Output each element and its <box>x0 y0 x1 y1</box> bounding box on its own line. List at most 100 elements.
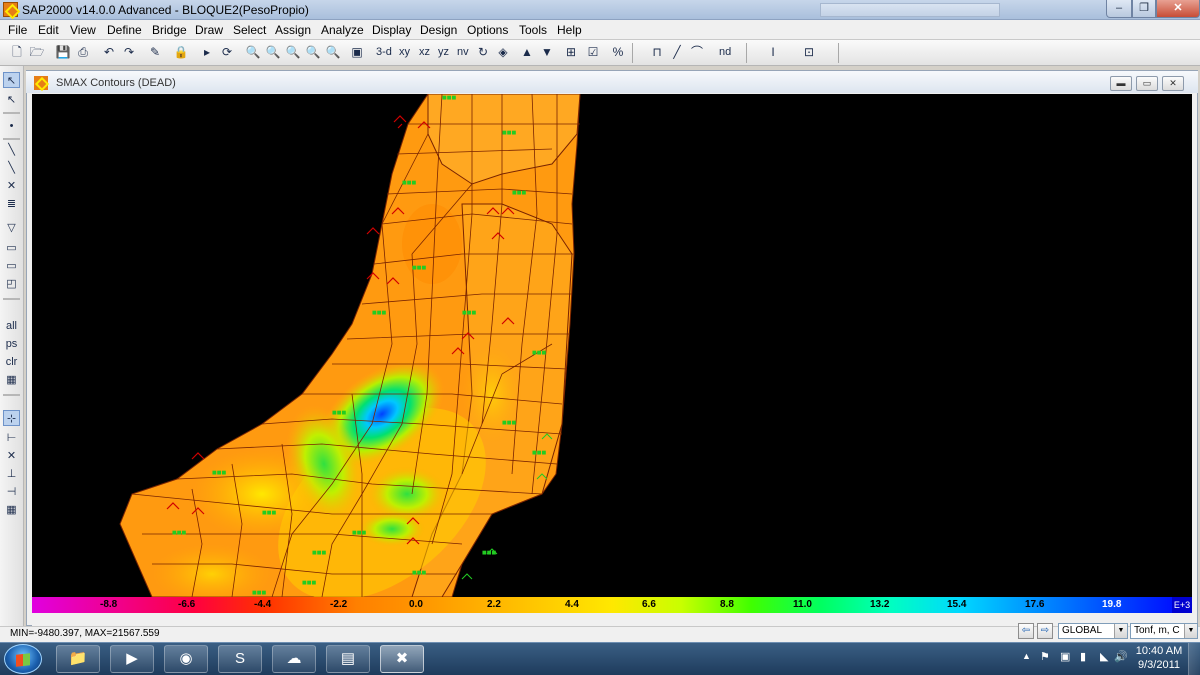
menu-options[interactable]: Options <box>467 23 508 37</box>
clear-selection-button[interactable]: clr <box>3 354 20 370</box>
draw-joint-icon[interactable]: • <box>3 118 20 134</box>
snap-ends-icon[interactable]: ⊢ <box>3 430 20 446</box>
view-3d-button[interactable]: 3-d <box>375 43 393 61</box>
taskbar-skype-icon[interactable]: S <box>218 645 262 673</box>
show-forces-icon[interactable]: I <box>764 43 782 61</box>
perspective-icon[interactable]: ◈ <box>494 43 512 61</box>
zoom-in-icon[interactable]: 🔍 <box>284 43 302 61</box>
quick-draw-frame-icon[interactable]: ╲ <box>3 160 20 176</box>
tray-flag-icon[interactable]: ⚑ <box>1040 650 1050 663</box>
display-options-icon[interactable]: ⊞ <box>562 43 580 61</box>
draw-rect-area-icon[interactable]: ▭ <box>3 240 20 256</box>
draw-frame-tool-icon[interactable]: ╲ <box>3 142 20 158</box>
quick-draw-area-icon[interactable]: ▭ <box>3 258 20 274</box>
clock-date[interactable]: 9/3/2011 <box>1133 659 1185 671</box>
zoom-restore-icon[interactable]: 🔍 <box>264 43 282 61</box>
sap2000-app-icon[interactable] <box>3 2 18 17</box>
previous-arrow-button[interactable]: ⇦ <box>1018 623 1034 639</box>
checkbox-icon[interactable]: ☑ <box>584 43 602 61</box>
lock-icon[interactable]: 🔒 <box>172 43 190 61</box>
menu-select[interactable]: Select <box>233 23 266 37</box>
taskbar-chrome-icon[interactable]: ◉ <box>164 645 208 673</box>
show-deformed-icon[interactable]: ⌒ <box>688 43 706 61</box>
snap-fine-grid-icon[interactable]: ▦ <box>3 502 20 518</box>
tray-network-icon[interactable]: ▮ <box>1080 650 1086 663</box>
coord-system-select[interactable]: GLOBAL ▼ <box>1058 623 1128 639</box>
tray-signal-icon[interactable]: ◣ <box>1100 650 1108 663</box>
clock-time[interactable]: 10:40 AM <box>1133 645 1185 657</box>
menu-view[interactable]: View <box>70 23 96 37</box>
taskbar-network-icon[interactable]: ☁ <box>272 645 316 673</box>
pan-icon[interactable]: 🔍 <box>324 43 342 61</box>
pointer-icon[interactable]: ↖ <box>3 72 20 88</box>
percent-icon[interactable]: % <box>609 43 627 61</box>
draw-secondary-icon[interactable]: ≣ <box>3 196 20 212</box>
taskbar-sap2000-20-icon[interactable]: ▤ <box>326 645 370 673</box>
reshape-icon[interactable]: ↖ <box>3 92 20 108</box>
rotate-3d-icon[interactable]: ↻ <box>474 43 492 61</box>
menu-analyze[interactable]: Analyze <box>321 23 364 37</box>
units-value: Tonf, m, C <box>1134 625 1180 636</box>
taskbar-media-player-icon[interactable]: ▶ <box>110 645 154 673</box>
restore-button[interactable]: ❐ <box>1132 0 1156 18</box>
open-icon[interactable]: 🗁 <box>28 43 46 61</box>
save-icon[interactable]: 💾 <box>54 43 72 61</box>
view-nv-button[interactable]: nv <box>456 43 470 61</box>
display-window-title: SMAX Contours (DEAD) <box>56 77 176 89</box>
units-select[interactable]: Tonf, m, C ▼ <box>1130 623 1198 639</box>
menu-tools[interactable]: Tools <box>519 23 547 37</box>
model-viewport[interactable]: ■■■ ■■■ ■■■ ■■■ ■■■ ■■■ ■■■ ■■■ ■■■ ■■■ ■■■ ■■■ … <box>32 94 1192 597</box>
draw-frame-icon[interactable]: ⊓ <box>648 43 666 61</box>
select-all-button[interactable]: all <box>3 318 20 334</box>
menu-help[interactable]: Help <box>557 23 582 37</box>
display-maximize-button[interactable]: ▭ <box>1136 76 1158 91</box>
snap-points-icon[interactable]: ⊹ <box>3 410 20 426</box>
snap-intersections-icon[interactable]: ✕ <box>3 448 20 464</box>
show-desktop-button[interactable] <box>1188 643 1200 675</box>
taskbar-sap2000-icon[interactable]: ✖ <box>380 645 424 673</box>
tray-expand-icon[interactable]: ▲ <box>1022 651 1031 661</box>
menu-assign[interactable]: Assign <box>275 23 311 37</box>
rotate-icon[interactable]: ⟳ <box>218 43 236 61</box>
tray-volume-icon[interactable]: 🔊 <box>1114 650 1128 663</box>
print-icon[interactable]: ⎙ <box>74 43 92 61</box>
start-button[interactable] <box>4 644 42 674</box>
draw-shape-icon[interactable]: ╱ <box>668 43 686 61</box>
redo-icon[interactable]: ↷ <box>120 43 138 61</box>
menu-file[interactable]: File <box>8 23 27 37</box>
tray-app-icon[interactable]: ▣ <box>1060 650 1070 663</box>
refresh-pencil-icon[interactable]: ✎ <box>146 43 164 61</box>
next-arrow-button[interactable]: ⇨ <box>1037 623 1053 639</box>
view-yz-button[interactable]: yz <box>437 43 450 61</box>
undo-icon[interactable]: ↶ <box>100 43 118 61</box>
menu-edit[interactable]: Edit <box>38 23 59 37</box>
move-up-icon[interactable]: ▲ <box>518 43 536 61</box>
draw-braces-icon[interactable]: ✕ <box>3 178 20 194</box>
zoom-window-icon[interactable]: 🔍 <box>244 43 262 61</box>
minimize-button[interactable]: – <box>1106 0 1132 18</box>
new-model-icon[interactable]: 🗋 <box>8 43 26 61</box>
move-down-icon[interactable]: ▼ <box>538 43 556 61</box>
taskbar-explorer-icon[interactable]: 📁 <box>56 645 100 673</box>
view-xz-button[interactable]: xz <box>418 43 431 61</box>
draw-solid-icon[interactable]: ◰ <box>3 276 20 292</box>
display-close-button[interactable]: ✕ <box>1162 76 1184 91</box>
snap-perpendicular-icon[interactable]: ⊥ <box>3 466 20 482</box>
view-xy-button[interactable]: xy <box>398 43 411 61</box>
close-button[interactable]: ✕ <box>1156 0 1200 18</box>
draw-poly-area-icon[interactable]: ▽ <box>3 220 20 236</box>
menu-bridge[interactable]: Bridge <box>152 23 187 37</box>
run-analysis-icon[interactable]: ▸ <box>198 43 216 61</box>
intersecting-line-icon[interactable]: ▦ <box>3 372 20 388</box>
snap-lines-icon[interactable]: ⊣ <box>3 484 20 500</box>
menu-design[interactable]: Design <box>420 23 457 37</box>
view-nd-button[interactable]: nd <box>718 43 732 61</box>
menu-draw[interactable]: Draw <box>195 23 223 37</box>
menu-define[interactable]: Define <box>107 23 142 37</box>
menu-display[interactable]: Display <box>372 23 411 37</box>
show-tables-icon[interactable]: ⊡ <box>800 43 818 61</box>
zoom-out-icon[interactable]: 🔍 <box>304 43 322 61</box>
previous-selection-button[interactable]: ps <box>3 336 20 352</box>
display-minimize-button[interactable]: ▬ <box>1110 76 1132 91</box>
set-view-icon[interactable]: ▣ <box>348 43 366 61</box>
